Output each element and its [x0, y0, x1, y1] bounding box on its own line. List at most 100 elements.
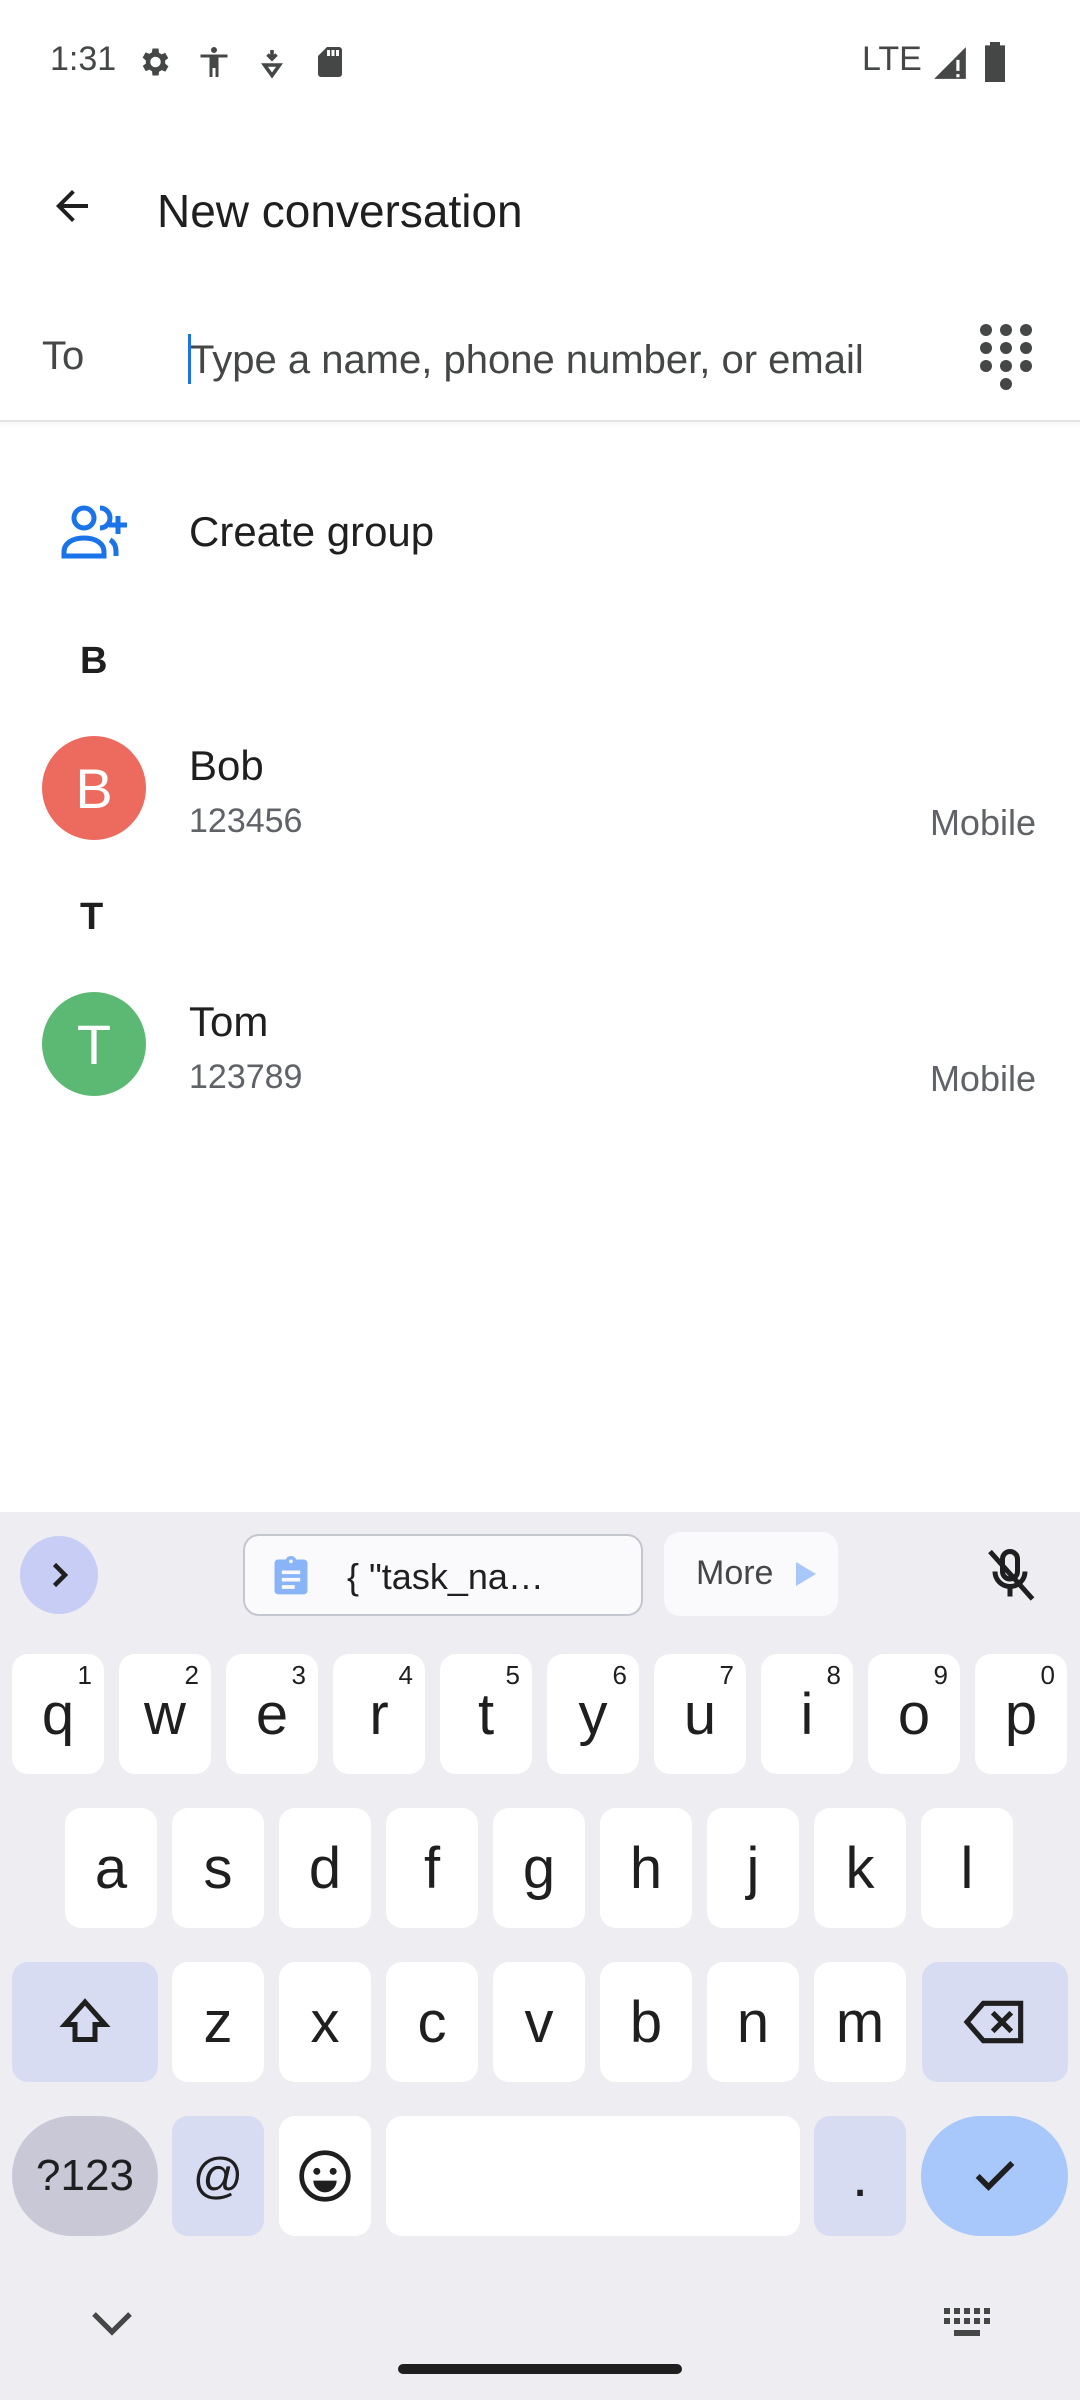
keyboard-switch-icon[interactable] — [944, 2308, 992, 2338]
hide-keyboard-icon[interactable] — [90, 2310, 134, 2338]
key-label: a — [94, 1835, 128, 1901]
more-label: More — [696, 1554, 774, 1592]
key-hint: 9 — [933, 1660, 948, 1690]
contact-row-tom[interactable]: T Tom 123789 Mobile — [0, 974, 1080, 1114]
key-label: x — [310, 1989, 340, 2055]
signal-icon — [934, 47, 966, 79]
key-label: r — [369, 1681, 389, 1747]
key-i[interactable]: i8 — [761, 1654, 853, 1774]
key-hint: 0 — [1040, 1660, 1055, 1690]
key-g[interactable]: g — [493, 1808, 585, 1928]
key-x[interactable]: x — [279, 1962, 371, 2082]
key-t[interactable]: t5 — [440, 1654, 532, 1774]
contact-number-type: Mobile — [929, 1058, 1036, 1099]
recipient-field-wrap — [186, 320, 946, 400]
key-label: h — [629, 1835, 663, 1901]
period-key[interactable]: . — [814, 2116, 906, 2236]
dialpad-button[interactable] — [974, 320, 1038, 392]
key-label: z — [203, 1989, 233, 2055]
recipient-input[interactable] — [186, 320, 946, 400]
contact-row-bob[interactable]: B Bob 123456 Mobile — [0, 718, 1080, 858]
key-f[interactable]: f — [386, 1808, 478, 1928]
at-key[interactable]: @ — [172, 2116, 264, 2236]
key-d[interactable]: d — [279, 1808, 371, 1928]
key-y[interactable]: y6 — [547, 1654, 639, 1774]
key-hint: 4 — [398, 1660, 413, 1690]
shift-key[interactable] — [12, 1962, 158, 2082]
key-k[interactable]: k — [814, 1808, 906, 1928]
location-icon — [261, 50, 283, 79]
key-label: i — [800, 1681, 814, 1747]
key-label: d — [308, 1835, 342, 1901]
mic-off-icon — [988, 1548, 1035, 1601]
symbols-key[interactable]: ?123 — [12, 2116, 158, 2236]
create-group-label: Create group — [189, 508, 435, 555]
voice-input-button[interactable] — [980, 1542, 1040, 1606]
key-label: c — [417, 1989, 447, 2055]
key-e[interactable]: e3 — [226, 1654, 318, 1774]
key-label: e — [255, 1681, 289, 1747]
key-j[interactable]: j — [707, 1808, 799, 1928]
key-p[interactable]: p0 — [975, 1654, 1067, 1774]
divider — [0, 420, 1080, 422]
back-button[interactable] — [36, 170, 108, 242]
key-v[interactable]: v — [493, 1962, 585, 2082]
toolbar-expand-button[interactable] — [20, 1536, 98, 1614]
section-header-t: T — [80, 896, 104, 938]
enter-key[interactable] — [921, 2116, 1068, 2236]
home-indicator[interactable] — [398, 2364, 682, 2374]
emoji-icon — [299, 2150, 351, 2202]
accessibility-icon — [200, 47, 228, 77]
contact-number-type: Mobile — [929, 802, 1036, 843]
key-l[interactable]: l — [921, 1808, 1013, 1928]
key-label: l — [960, 1835, 974, 1901]
key-hint: 1 — [77, 1660, 92, 1690]
page-title: New conversation — [157, 185, 523, 237]
key-label: p — [1004, 1681, 1038, 1747]
battery-icon — [985, 42, 1005, 82]
key-hint: 3 — [291, 1660, 306, 1690]
to-label: To — [42, 334, 85, 378]
key-label: q — [41, 1681, 75, 1747]
key-h[interactable]: h — [600, 1808, 692, 1928]
more-suggestions-button[interactable]: More — [664, 1532, 838, 1616]
keyboard: { "task_na… More q1w2e3r4t5y6u7i8o9p0asd… — [0, 1512, 1080, 2400]
key-u[interactable]: u7 — [654, 1654, 746, 1774]
key-hint: 6 — [612, 1660, 627, 1690]
key-label: n — [736, 1989, 770, 2055]
key-b[interactable]: b — [600, 1962, 692, 2082]
section-header-b: B — [80, 640, 108, 682]
settings-icon — [142, 48, 169, 76]
contact-number: 123789 — [189, 1058, 303, 1096]
key-c[interactable]: c — [386, 1962, 478, 2082]
backspace-key[interactable] — [922, 1962, 1068, 2082]
key-a[interactable]: a — [65, 1808, 157, 1928]
key-o[interactable]: o9 — [868, 1654, 960, 1774]
key-label: s — [203, 1835, 233, 1901]
contact-name: Tom — [189, 998, 269, 1045]
clipboard-text: { "task_na… — [347, 1556, 544, 1597]
space-key[interactable] — [386, 2116, 800, 2236]
check-icon — [975, 2161, 1014, 2191]
contact-number: 123456 — [189, 802, 303, 840]
key-s[interactable]: s — [172, 1808, 264, 1928]
key-label: w — [144, 1681, 186, 1747]
key-r[interactable]: r4 — [333, 1654, 425, 1774]
key-n[interactable]: n — [707, 1962, 799, 2082]
key-z[interactable]: z — [172, 1962, 264, 2082]
arrow-back-icon — [56, 190, 88, 222]
key-hint: 2 — [184, 1660, 199, 1690]
dialpad-icon — [980, 324, 1032, 390]
key-label: t — [477, 1681, 495, 1747]
status-time: 1:31 — [50, 40, 117, 78]
clipboard-suggestion[interactable]: { "task_na… — [243, 1534, 643, 1616]
key-hint: 5 — [505, 1660, 520, 1690]
clipboard-icon — [274, 1555, 308, 1595]
key-m[interactable]: m — [814, 1962, 906, 2082]
chevron-right-icon — [52, 1562, 69, 1588]
key-w[interactable]: w2 — [119, 1654, 211, 1774]
caret-right-icon — [796, 1562, 816, 1586]
create-group-button[interactable]: Create group — [0, 470, 1080, 594]
emoji-key[interactable] — [279, 2116, 371, 2236]
key-q[interactable]: q1 — [12, 1654, 104, 1774]
